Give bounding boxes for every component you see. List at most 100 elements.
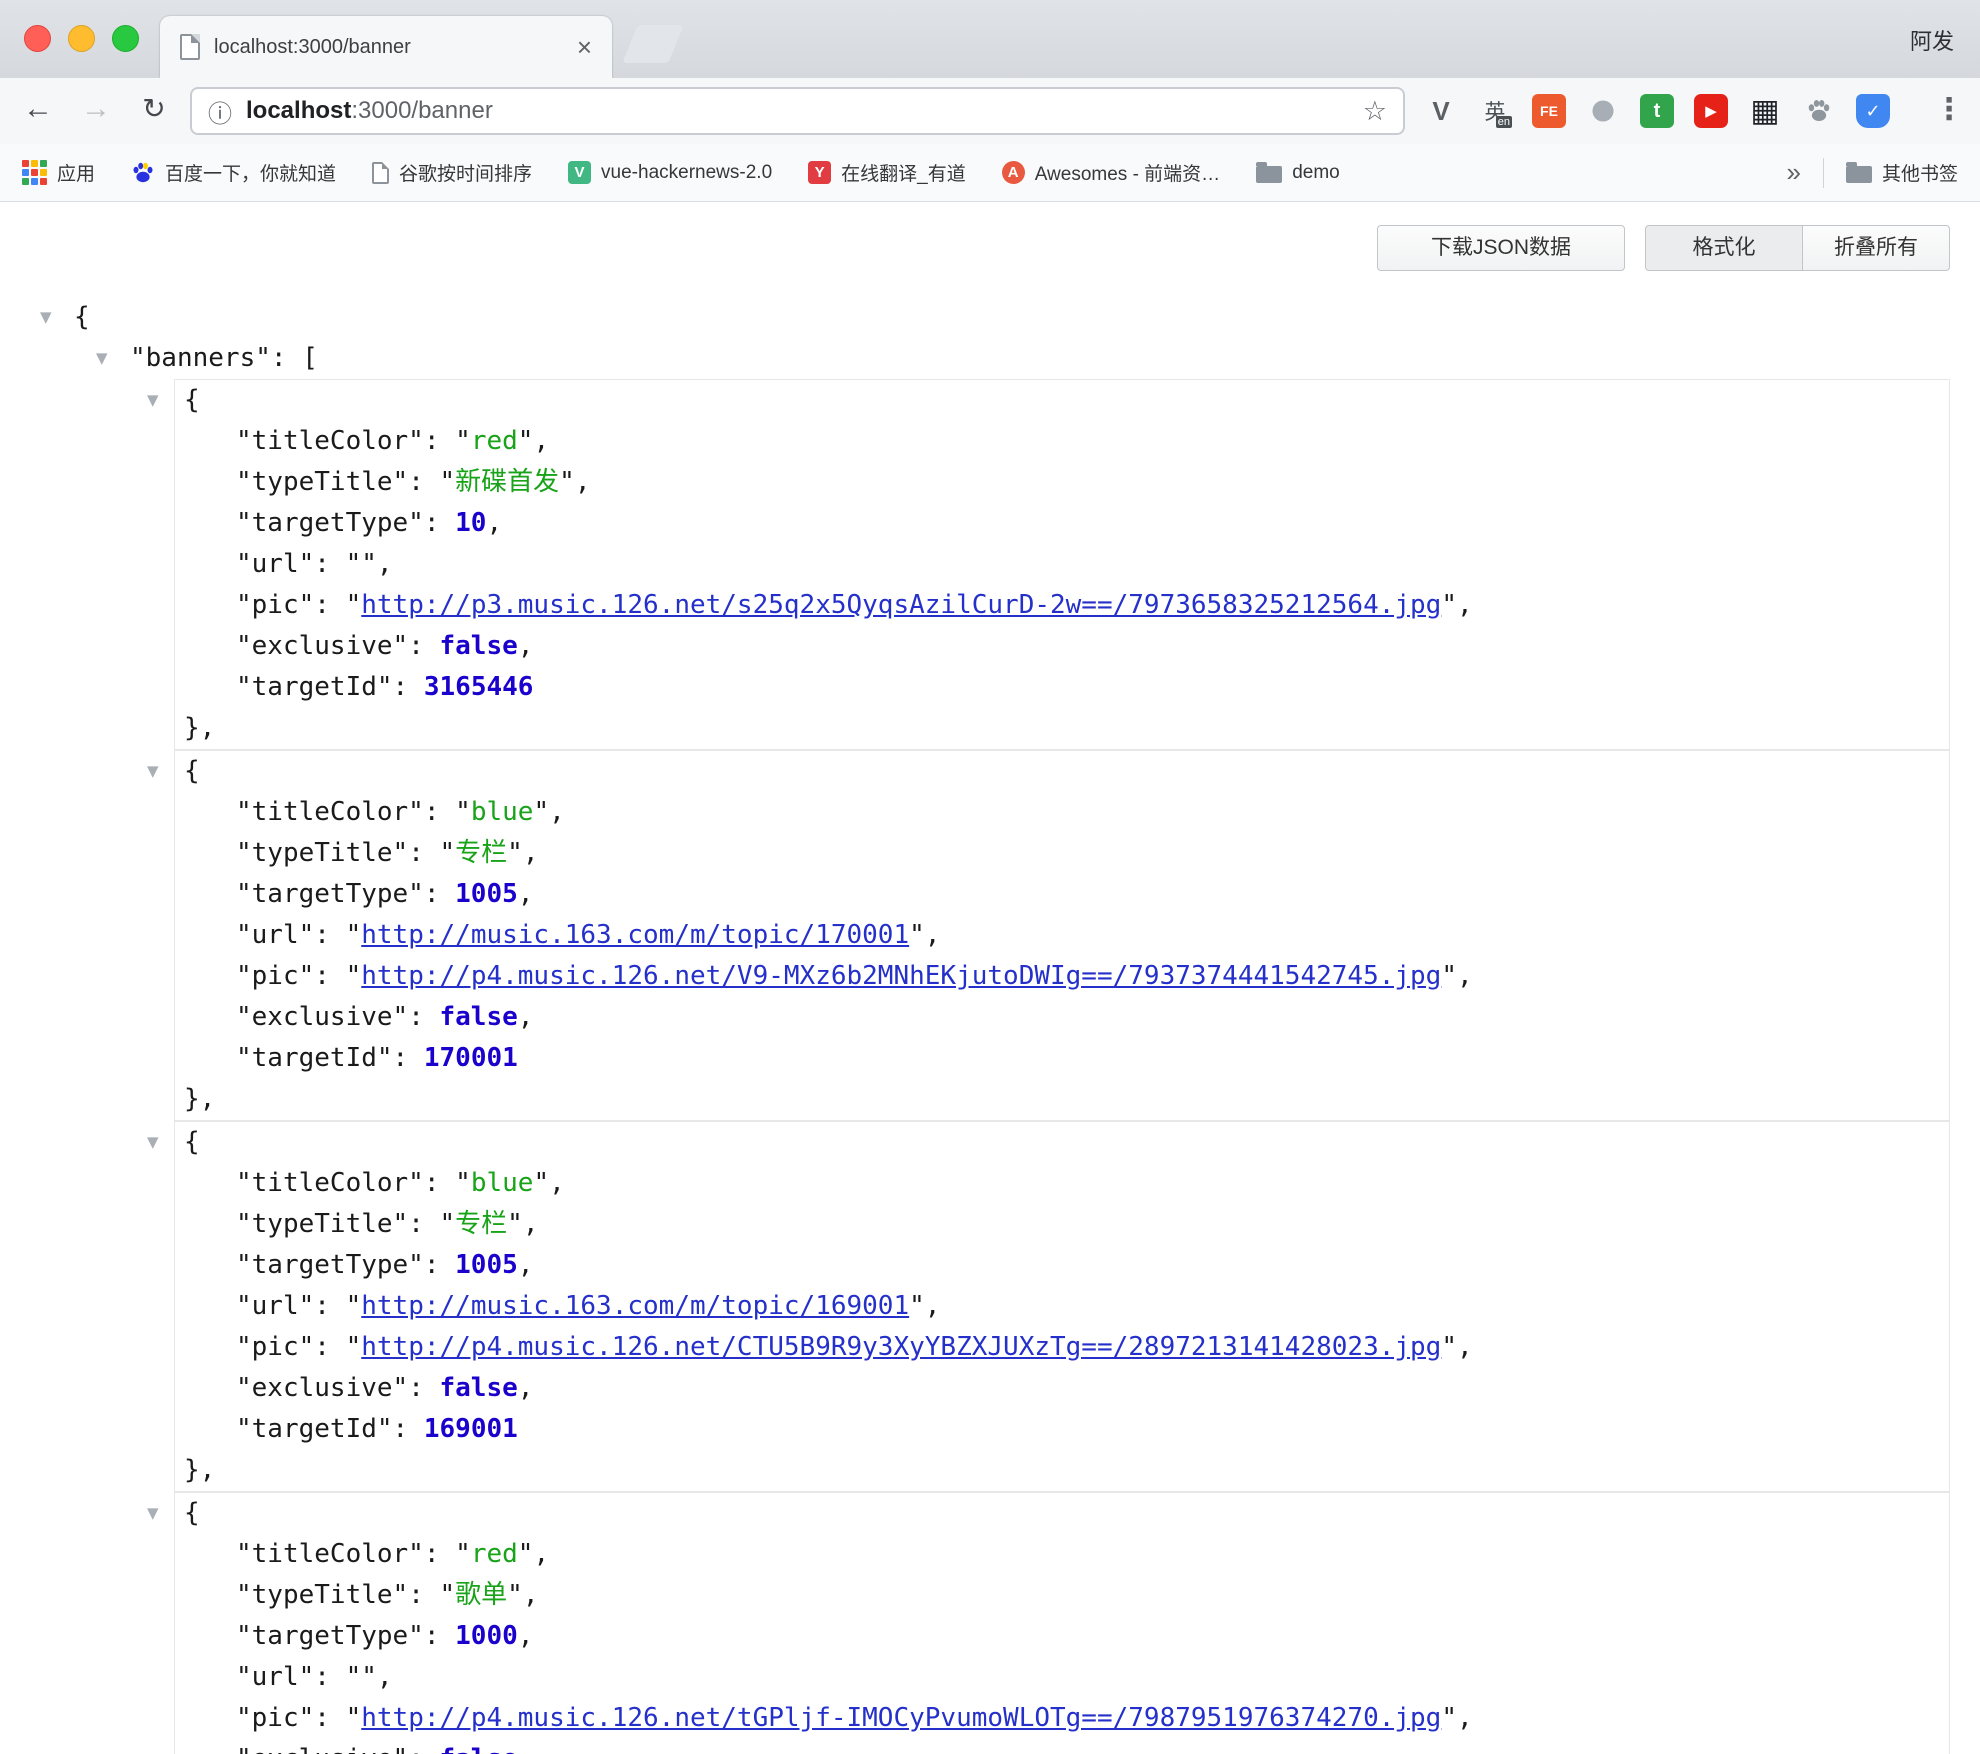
other-bookmarks[interactable]: 其他书签 bbox=[1846, 159, 1958, 186]
json-property-line: "targetId": 3165446 bbox=[175, 667, 1949, 708]
json-key: "url" bbox=[236, 1291, 314, 1321]
json-property-line: "url": "http://music.163.com/m/topic/170… bbox=[175, 915, 1949, 956]
collapse-toggle-icon[interactable]: ▼ bbox=[147, 751, 159, 792]
bookmark-label: 在线翻译_有道 bbox=[841, 159, 966, 186]
json-quote: " bbox=[455, 1168, 471, 1198]
fe-extension-icon[interactable]: FE bbox=[1532, 94, 1566, 128]
bookmark-google-sort[interactable]: 谷歌按时间排序 bbox=[372, 159, 532, 186]
translate-extension-icon[interactable]: 英 en bbox=[1478, 94, 1512, 128]
bookmark-demo-folder[interactable]: demo bbox=[1256, 162, 1340, 184]
json-url-link[interactable]: http://p3.music.126.net/s25q2x5QyqsAzilC… bbox=[361, 590, 1441, 620]
vue-v-icon: V bbox=[568, 161, 591, 184]
json-quote: " bbox=[507, 838, 523, 868]
format-button[interactable]: 格式化 bbox=[1645, 225, 1803, 271]
json-string-value: red bbox=[471, 1539, 518, 1569]
json-key: "titleColor" bbox=[236, 1168, 424, 1198]
json-punct: : bbox=[424, 1250, 455, 1280]
browser-menu-icon[interactable]: ⋮ bbox=[1934, 78, 1964, 144]
json-punct: : bbox=[424, 1168, 455, 1198]
json-key: "typeTitle" bbox=[236, 1580, 408, 1610]
download-json-button[interactable]: 下载JSON数据 bbox=[1377, 225, 1625, 271]
json-quote: " bbox=[346, 961, 362, 991]
bookmark-label: vue-hackernews-2.0 bbox=[601, 162, 772, 184]
json-url-link[interactable]: http://p4.music.126.net/V9-MXz6b2MNhEKju… bbox=[361, 961, 1441, 991]
json-comma: , bbox=[377, 1662, 393, 1692]
paw-extension-icon[interactable] bbox=[1802, 94, 1836, 128]
json-property-line: "pic": "http://p4.music.126.net/V9-MXz6b… bbox=[175, 956, 1949, 997]
bookmark-vue-hackernews[interactable]: V vue-hackernews-2.0 bbox=[568, 161, 772, 184]
json-url-link[interactable]: http://music.163.com/m/topic/169001 bbox=[361, 1291, 909, 1321]
json-quote: " bbox=[559, 467, 575, 497]
json-property-line: "typeTitle": "专栏", bbox=[175, 833, 1949, 874]
json-punct: : bbox=[314, 961, 345, 991]
tab-strip: localhost:3000/banner × 阿发 bbox=[0, 0, 1980, 78]
json-punct: : bbox=[408, 1373, 439, 1403]
browser-tab[interactable]: localhost:3000/banner × bbox=[160, 16, 612, 78]
json-open-brace: { bbox=[184, 1127, 200, 1157]
json-punct: : bbox=[393, 672, 424, 702]
bookmark-youdao-translate[interactable]: Y 在线翻译_有道 bbox=[808, 159, 966, 186]
collapse-toggle-icon[interactable]: ▼ bbox=[147, 1493, 159, 1534]
json-comma: , bbox=[575, 467, 591, 497]
bookmark-label: 百度一下，你就知道 bbox=[165, 159, 336, 186]
profile-name[interactable]: 阿发 bbox=[1910, 24, 1954, 56]
tab-close-icon[interactable]: × bbox=[577, 37, 592, 57]
minimize-window-button[interactable] bbox=[68, 25, 95, 52]
bookmark-star-icon[interactable]: ☆ bbox=[1363, 96, 1387, 127]
new-tab-button[interactable] bbox=[622, 25, 683, 63]
json-boolean-value: false bbox=[440, 631, 518, 661]
json-array-open-line: ▼"banners": [ bbox=[40, 338, 1950, 379]
bookmark-apps[interactable]: 应用 bbox=[22, 159, 95, 186]
json-quote: " bbox=[440, 838, 456, 868]
json-number-value: 1005 bbox=[455, 879, 518, 909]
close-window-button[interactable] bbox=[24, 25, 51, 52]
zoom-window-button[interactable] bbox=[112, 25, 139, 52]
collapse-all-button[interactable]: 折叠所有 bbox=[1802, 225, 1950, 271]
extensions-row: V 英 en FE t ▶ ▦ ✓ bbox=[1424, 94, 1890, 128]
json-property-line: "pic": "http://p4.music.126.net/tGPljf-I… bbox=[175, 1698, 1949, 1739]
info-icon[interactable]: ⓘ bbox=[208, 94, 232, 129]
json-property-line: "typeTitle": "专栏", bbox=[175, 1204, 1949, 1245]
json-punct: : bbox=[408, 1580, 439, 1610]
json-url-link[interactable]: http://music.163.com/m/topic/170001 bbox=[361, 920, 909, 950]
back-button[interactable]: ← bbox=[16, 78, 60, 144]
json-line: }, bbox=[175, 1079, 1949, 1120]
json-comma: , bbox=[549, 797, 565, 827]
shield-check-extension-icon[interactable]: ✓ bbox=[1856, 94, 1890, 128]
json-url-link[interactable]: http://p4.music.126.net/tGPljf-IMOCyPvum… bbox=[361, 1703, 1441, 1733]
json-open-brace: { bbox=[184, 385, 200, 415]
json-quote: " bbox=[533, 1168, 549, 1198]
translate-sub-glyph: en bbox=[1496, 116, 1512, 128]
reload-button[interactable]: ↻ bbox=[132, 78, 176, 144]
json-key: "targetType" bbox=[236, 508, 424, 538]
youtube-play-icon[interactable]: ▶ bbox=[1694, 94, 1728, 128]
json-close-brace: }, bbox=[184, 1084, 215, 1114]
json-quote: " bbox=[909, 920, 925, 950]
collapse-toggle-icon[interactable]: ▼ bbox=[40, 297, 74, 338]
bookmark-awesomes[interactable]: A Awesomes - 前端资… bbox=[1002, 159, 1220, 186]
address-bar[interactable]: ⓘ localhost:3000/banner ☆ bbox=[190, 87, 1405, 135]
json-quote: " bbox=[361, 1662, 377, 1692]
bookmarks-overflow-chevron[interactable]: » bbox=[1787, 157, 1801, 188]
bookmark-baidu[interactable]: 百度一下，你就知道 bbox=[131, 159, 336, 186]
collapse-toggle-icon[interactable]: ▼ bbox=[96, 338, 130, 379]
json-key: "exclusive" bbox=[236, 1002, 408, 1032]
json-boolean-value: false bbox=[440, 1002, 518, 1032]
json-key: "url" bbox=[236, 920, 314, 950]
qr-code-icon[interactable]: ▦ bbox=[1748, 94, 1782, 128]
json-punct: : bbox=[424, 797, 455, 827]
json-string-value: 新碟首发 bbox=[455, 467, 559, 497]
json-comma: , bbox=[486, 508, 502, 538]
json-url-link[interactable]: http://p4.music.126.net/CTU5B9R9y3XyYBZX… bbox=[361, 1332, 1441, 1362]
json-quote: " bbox=[507, 1209, 523, 1239]
collapse-toggle-icon[interactable]: ▼ bbox=[147, 380, 159, 421]
v-extension-icon[interactable]: V bbox=[1424, 94, 1458, 128]
json-key: "targetType" bbox=[236, 1250, 424, 1280]
forward-button[interactable]: → bbox=[74, 78, 118, 144]
green-t-extension-icon[interactable]: t bbox=[1640, 94, 1674, 128]
json-open-brace: { bbox=[184, 756, 200, 786]
people-extension-icon[interactable] bbox=[1592, 100, 1613, 121]
json-punct: : bbox=[408, 467, 439, 497]
json-property-line: "pic": "http://p3.music.126.net/s25q2x5Q… bbox=[175, 585, 1949, 626]
collapse-toggle-icon[interactable]: ▼ bbox=[147, 1122, 159, 1163]
